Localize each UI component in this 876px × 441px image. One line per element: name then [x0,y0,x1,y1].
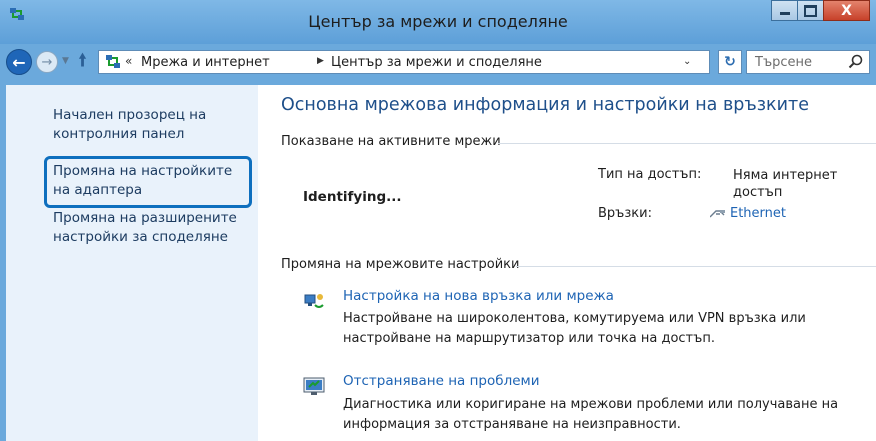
search-box[interactable]: Търсене [746,50,870,74]
minimize-icon [779,12,790,15]
address-dropdown-icon[interactable]: ⌄ [683,56,691,67]
connections-label: Връзки: [598,206,652,221]
recent-locations-dropdown[interactable]: ▼ [62,56,69,66]
address-bar[interactable]: « Мрежа и интернет ▶ Център за мрежи и с… [98,50,710,74]
setup-new-connection-description: Настройване на широколентова, комутируем… [343,311,806,346]
window: Център за мрежи и споделяне X ← → ▼ 🠙 « … [0,0,876,441]
refresh-button[interactable]: ↻ [718,50,742,74]
maximize-button[interactable] [797,0,824,21]
breadcrumb-overflow[interactable]: « [125,54,132,68]
ethernet-icon [710,209,725,217]
sidebar-item-change-adapter-settings[interactable]: Промяна на настройките на адаптера [53,162,253,200]
search-icon[interactable] [848,54,864,70]
page-title: Основна мрежова информация и настройки н… [281,95,809,115]
forward-button[interactable]: → [36,51,58,73]
breadcrumb-network-internet[interactable]: Мрежа и интернет [141,55,270,70]
minimize-button[interactable] [771,0,798,21]
ethernet-connection-link[interactable]: Ethernet [710,206,786,221]
new-connection-icon [304,294,324,308]
back-button[interactable]: ← [6,49,32,75]
sidebar: Начален прозорец на контролния панел Про… [6,85,258,441]
close-icon: X [841,2,852,19]
troubleshoot-icon [303,377,325,395]
sidebar-item-advanced-sharing-settings[interactable]: Промяна на разширените настройки за спод… [53,209,253,247]
network-center-icon [106,55,120,68]
main-content: Основна мрежова информация и настройки н… [258,85,876,441]
title-bar[interactable]: Център за мрежи и споделяне X [0,0,876,44]
troubleshoot-description: Диагностика или коригиране на мрежови пр… [343,397,839,432]
troubleshoot-link[interactable]: Отстраняване на проблеми [343,373,539,389]
breadcrumb-separator-icon[interactable]: ▶ [317,56,324,66]
maximize-icon [804,4,817,17]
active-networks-heading: Показване на активните мрежи [281,134,501,149]
up-button[interactable]: 🠙 [78,52,87,70]
close-button[interactable]: X [823,0,870,21]
divider [498,143,876,144]
change-settings-heading: Промяна на мрежовите настройки [281,257,520,272]
ethernet-label[interactable]: Ethernet [730,206,786,221]
breadcrumb-network-center[interactable]: Център за мрежи и споделяне [331,55,542,70]
search-input[interactable]: Търсене [755,55,812,70]
divider [516,266,876,267]
sidebar-item-control-panel-home[interactable]: Начален прозорец на контролния панел [53,106,253,144]
access-type-label: Тип на достъп: [598,167,702,182]
access-type-value: Няма интернет достъп [733,168,838,200]
network-name: Identifying... [303,189,402,205]
window-title: Център за мрежи и споделяне [308,12,568,31]
navigation-bar: ← → ▼ 🠙 « Мрежа и интернет ▶ Център за м… [0,44,876,85]
setup-new-connection-link[interactable]: Настройка на нова връзка или мрежа [343,288,614,304]
